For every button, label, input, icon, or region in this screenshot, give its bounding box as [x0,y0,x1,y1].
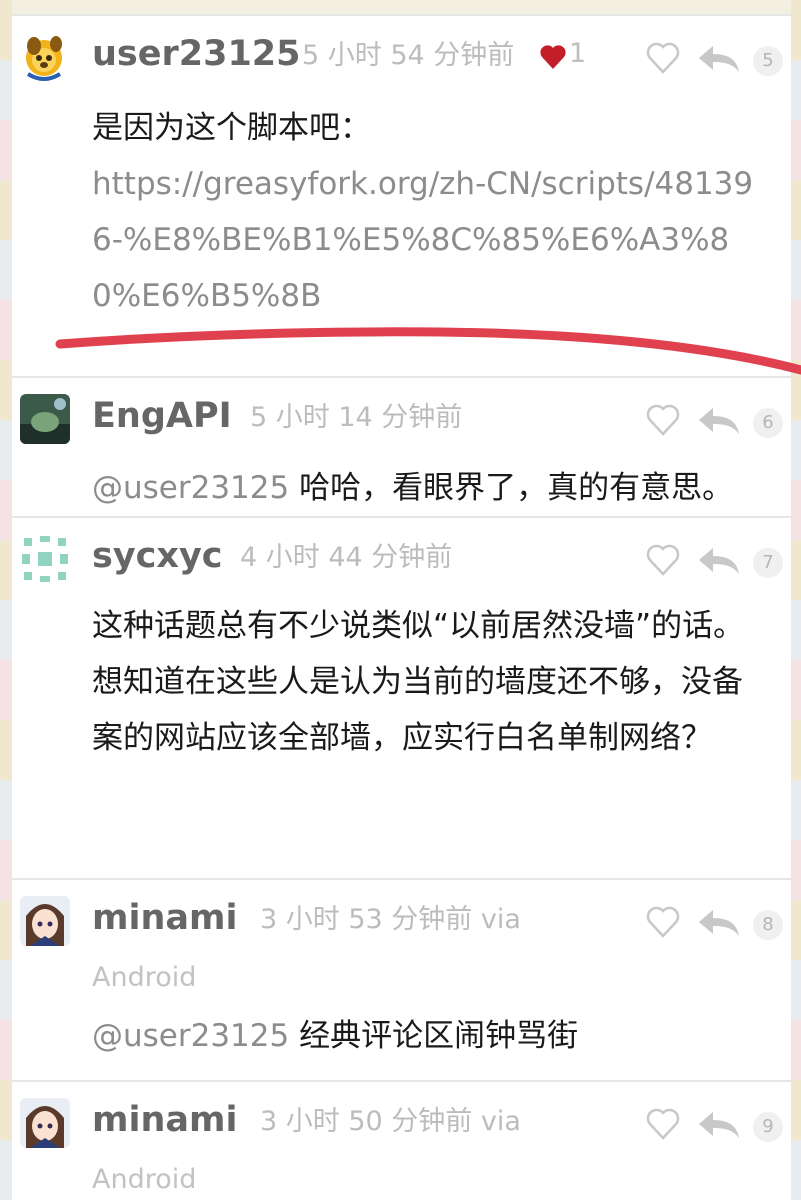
timestamp: 5 小时 54 分钟前 [302,40,515,71]
reply-content: @user23125 经典评论区闹钟骂街 [92,1008,771,1064]
reply-actions: 7 [611,536,791,584]
username[interactable]: user23125 [92,30,301,78]
avatar-anime-girl-icon [20,1098,70,1148]
reply-header: EngAPI 5 小时 14 分钟前 6 [92,392,791,452]
page-background-left [0,0,12,1200]
mention-link[interactable]: @user23125 [92,470,289,506]
timestamp-platform: Android [92,1164,197,1195]
heart-outline-icon[interactable] [645,40,681,76]
reply-arrow-icon[interactable] [697,1110,741,1140]
heart-outline-icon[interactable] [645,402,681,438]
mention-link[interactable]: @user23125 [92,1018,289,1054]
reply-item: minami 3 小时 53 分钟前 via Android 8 @user23… [12,878,791,1080]
floor-number: 6 [753,408,783,438]
heart-outline-icon[interactable] [645,542,681,578]
avatar[interactable] [20,32,70,82]
reply-text: 想知道在这些人是认为当前的墙度还不够，没备案的网站应该全部墙，应实行白名单制网络… [92,664,743,756]
timestamp-platform: Android [92,962,197,993]
avatar[interactable] [20,896,70,946]
reply-arrow-icon[interactable] [697,546,741,576]
heart-outline-icon[interactable] [645,904,681,940]
reply-item: minami 3 小时 50 分钟前 via Android 9 [12,1080,791,1200]
username[interactable]: sycxyc [92,532,223,580]
timestamp: 3 小时 50 分钟前 via [260,1106,521,1137]
reply-item: sycxyc 4 小时 44 分钟前 7 这种话题总有不少说类似“以前居然没墙”… [12,516,791,878]
reply-header: minami 3 小时 50 分钟前 via Android 9 [92,1096,791,1195]
reply-arrow-icon[interactable] [697,908,741,938]
reply-content: 是因为这个脚本吧： https://greasyfork.org/zh-CN/s… [92,100,771,324]
timestamp: 4 小时 44 分钟前 [240,542,453,573]
avatar-dog-icon [26,36,62,81]
reply-header: minami 3 小时 53 分钟前 via Android 8 [92,894,791,993]
floor-number: 8 [753,910,783,940]
reply-text: 经典评论区闹钟骂街 [289,1018,579,1054]
reply-text: 这种话题总有不少说类似“以前居然没墙”的话。 [92,608,745,644]
reply-item: EngAPI 5 小时 14 分钟前 6 @user23125 哈哈，看眼界了，… [12,376,791,516]
heart-outline-icon[interactable] [645,1106,681,1142]
page-background-right [791,0,801,1200]
reply-content: 这种话题总有不少说类似“以前居然没墙”的话。 想知道在这些人是认为当前的墙度还不… [92,598,771,766]
avatar-anime-girl-icon [20,896,70,946]
reply-actions: 6 [611,396,791,444]
username[interactable]: minami [92,894,237,942]
reply-arrow-icon[interactable] [697,406,741,436]
avatar[interactable] [20,1098,70,1148]
floor-number: 9 [753,1112,783,1142]
avatar[interactable] [20,394,70,444]
reply-text: 哈哈，看眼界了，真的有意思。 [289,470,734,506]
reply-list: user23125 5 小时 54 分钟前 1 5 是因为这个脚本吧： http… [12,14,791,1200]
reply-item: user23125 5 小时 54 分钟前 1 5 是因为这个脚本吧： http… [12,14,791,376]
reply-actions: 5 [611,34,791,82]
like-count-value: 1 [569,38,587,69]
timestamp: 5 小时 14 分钟前 [250,402,463,433]
avatar-pattern-icon [20,534,70,584]
avatar[interactable] [20,534,70,584]
username[interactable]: minami [92,1096,237,1144]
reply-link[interactable]: https://greasyfork.org/zh-CN/scripts/481… [92,156,771,324]
reply-header: user23125 5 小时 54 分钟前 1 5 [92,30,791,90]
timestamp: 3 小时 53 分钟前 via [260,904,521,935]
username[interactable]: EngAPI [92,392,232,440]
floor-number: 5 [753,46,783,76]
reply-actions: 8 [611,898,791,946]
reply-arrow-icon[interactable] [697,44,741,74]
floor-number: 7 [753,548,783,578]
heart-filled-icon [540,45,566,69]
reply-header: sycxyc 4 小时 44 分钟前 7 [92,532,791,592]
reply-text: 是因为这个脚本吧： [92,110,371,146]
reply-actions: 9 [611,1100,791,1148]
reply-content: @user23125 哈哈，看眼界了，真的有意思。 [92,460,771,516]
avatar-landscape-icon [20,394,70,444]
like-count: 1 [539,34,599,78]
